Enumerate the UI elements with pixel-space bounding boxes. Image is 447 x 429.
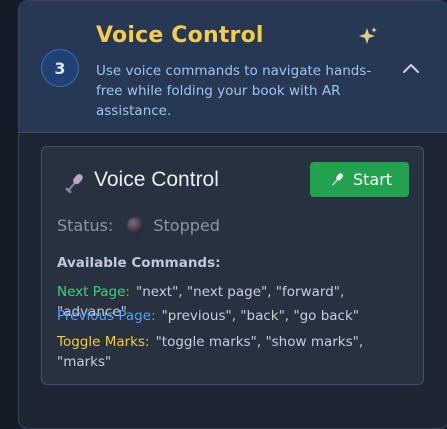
sparkle-icon (359, 27, 377, 44)
command-item: Previous Page: "previous", "back", "go ba… (57, 306, 412, 326)
start-button-label: Start (352, 170, 393, 189)
step-card: 3 Voice Control Use voice commands to na… (18, 0, 447, 429)
command-item: Toggle Marks: "toggle marks", "show marks… (57, 332, 412, 372)
command-key: Next Page: (57, 284, 130, 300)
step-number-badge: 3 (41, 49, 79, 87)
microphone-icon (65, 174, 83, 194)
status-value: Stopped (153, 216, 220, 235)
start-button[interactable]: Start (310, 162, 409, 197)
status-row: Status: Stopped (57, 216, 220, 235)
command-key: Previous Page: (57, 308, 156, 324)
status-indicator (127, 217, 145, 234)
status-label: Status: (57, 216, 114, 235)
command-key: Toggle Marks: (57, 334, 150, 350)
commands-heading: Available Commands: (57, 255, 221, 271)
microphone-icon (331, 172, 343, 186)
step-description: Use voice commands to navigate hands-fre… (96, 63, 372, 119)
chevron-up-icon[interactable] (402, 62, 420, 74)
panel-title: Voice Control (94, 168, 219, 191)
step-header[interactable]: 3 Voice Control Use voice commands to na… (19, 1, 447, 133)
command-phrases: "previous", "back", "go back" (161, 308, 360, 324)
step-title: Voice Control (96, 23, 264, 48)
voice-control-panel: Voice Control Start Status: Stopped Avai… (41, 146, 424, 385)
